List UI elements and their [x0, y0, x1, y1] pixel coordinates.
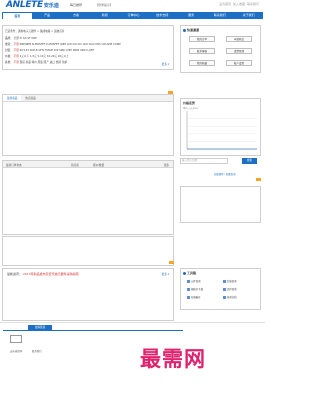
footer-caption[interactable]: 联系我们 — [32, 349, 42, 353]
column-quote: 报价/数量 — [93, 164, 105, 167]
footer-rule — [3, 330, 183, 331]
divider — [0, 322, 265, 323]
filter-key: 封装： — [5, 49, 13, 52]
top-links: 设为首页 加入收藏 联系我们 — [189, 2, 259, 6]
chart-title: 价格走势 — [183, 101, 196, 105]
filter-values[interactable]: 现货 新品 特价 原装 国产 进口 热销 包邮 — [20, 61, 67, 64]
filter-all[interactable]: 不限 — [14, 49, 19, 52]
orange-arrow-icon[interactable] — [256, 178, 261, 181]
filter-key: 类别： — [5, 43, 13, 46]
news-panel: 最新资讯： 2013年新品发布及安乐迪元器件采购指南 更多 ▾ — [2, 268, 174, 321]
brand-cn: 安乐迪 — [43, 2, 59, 9]
product-tabs-panel: 最新商品 热卖商品 — [2, 94, 174, 156]
tab-hot[interactable]: 热卖商品 — [21, 95, 39, 101]
top-link[interactable]: 联系我们 — [247, 2, 259, 6]
nav-tab-solutions[interactable]: 方案 — [62, 12, 91, 19]
daily-recommend-label: 每日推荐 — [70, 3, 83, 7]
top-link[interactable]: 设为首页 — [219, 2, 231, 6]
quick-button[interactable]: 发票管理 — [226, 48, 252, 54]
filter-panel: 已选条件：通用电子元器件 > 集成电路 > 运放芯片 品牌： 全部 TI AD … — [2, 25, 174, 70]
nav-tab-support[interactable]: 技术支持 — [148, 12, 177, 19]
quick-access-title: 快速通道 — [183, 28, 199, 32]
nav-tab-about[interactable]: 关于我们 — [234, 12, 263, 19]
blank-panel — [2, 236, 174, 266]
tool-icon — [187, 287, 190, 291]
tool-item[interactable]: 库存查询 — [223, 287, 237, 291]
filter-row-other: 其他： 不限 现货 新品 特价 原装 国产 进口 热销 包邮 — [5, 60, 67, 64]
search-bar: 输入型号/品牌 搜索 — [180, 158, 261, 166]
filter-key: 品牌： — [5, 37, 13, 40]
nav-tab-home[interactable]: 首页 — [2, 12, 33, 19]
nav-tab-news[interactable]: 新闻 — [90, 12, 119, 19]
login-hint[interactable]: 【登录提示】 — [95, 3, 113, 7]
tab-latest[interactable]: 最新商品 — [3, 95, 22, 101]
price-chart-panel: 价格走势 单价（元/pcs） — [180, 98, 261, 156]
toolbox-title: 工具箱 — [183, 271, 196, 275]
quick-button[interactable]: 我的收藏 — [189, 60, 215, 66]
logo[interactable]: ANLETE 安乐迪 — [6, 0, 59, 10]
search-button[interactable]: 搜索 — [242, 158, 257, 164]
filter-all[interactable]: 不限 — [14, 43, 19, 46]
advanced-search-link[interactable]: 高级搜索 / 批量查询 — [214, 172, 235, 176]
bullet-icon — [183, 28, 186, 32]
tool-item[interactable]: 封装查询 — [223, 279, 237, 283]
panel-more-link[interactable]: 更多 — [164, 163, 169, 167]
toolbox-panel: 工具箱 元件查询 封装查询 规格书下载 库存查询 在线报价 技术文档 — [180, 268, 261, 310]
right-blank-panel — [180, 186, 261, 223]
filter-row-type: 类别： 不限 PNP/NPN N-MOSFET P-MOSFET IGBT LD… — [5, 42, 121, 46]
tool-item[interactable]: 元件查询 — [187, 279, 201, 283]
nav-tab-orders[interactable]: 订单中心 — [119, 12, 148, 19]
top-link[interactable]: 加入收藏 — [233, 2, 245, 6]
order-status-panel: 最新订单状态 供应商 报价/数量 更多 — [2, 160, 174, 235]
filter-row-price: 价格： 不限 1元以下 1-5元 5-10元 10-20元 20元以上 — [5, 54, 69, 58]
nav-tab-service[interactable]: 服务 — [177, 12, 206, 19]
watermark: 最需网 — [140, 346, 206, 371]
tool-icon — [187, 279, 190, 283]
panel-tabs: 最新订单状态 供应商 报价/数量 更多 — [3, 161, 173, 168]
quick-button[interactable]: 账户设置 — [226, 60, 252, 66]
friend-link-thumbnail[interactable] — [10, 335, 22, 343]
filter-values[interactable]: 1元以下 1-5元 5-10元 10-20元 20元以上 — [20, 55, 69, 58]
panel-tabs: 最新商品 热卖商品 — [3, 95, 173, 102]
spacer-area — [2, 71, 174, 94]
filter-values[interactable]: PNP/NPN N-MOSFET P-MOSFET IGBT LDO DC-DC… — [20, 43, 121, 46]
main-nav: 首页 产品 方案 新闻 订单中心 技术支持 服务 联系我们 关于我们 — [2, 12, 263, 19]
footer-caption[interactable]: 安乐迪官网 — [10, 349, 22, 353]
tool-item[interactable]: 规格书下载 — [187, 287, 203, 291]
tool-icon — [187, 295, 190, 299]
filter-row-brand: 品牌： 全部 TI AD ST NXP — [5, 36, 37, 40]
filter-row-package: 封装： 不限 SOT-23 SOP-8 QFN TSSOP DIP SMD CH… — [5, 48, 94, 52]
news-label: 最新资讯： — [7, 272, 23, 276]
filter-more-link[interactable]: 更多 ▾ — [162, 62, 169, 66]
news-more-link[interactable]: 更多 ▾ — [162, 272, 169, 276]
tool-icon — [223, 287, 226, 291]
tool-item[interactable]: 在线报价 — [187, 295, 201, 299]
tool-icon — [223, 295, 226, 299]
quick-button[interactable]: 我的订单 — [189, 36, 215, 42]
filter-values[interactable]: SOT-23 SOP-8 QFN TSSOP DIP SMD CHIP 0805… — [20, 49, 94, 52]
filter-all[interactable]: 不限 — [14, 55, 19, 58]
search-input[interactable]: 输入型号/品牌 — [180, 158, 228, 164]
tool-icon — [223, 279, 226, 283]
news-title: 最新资讯： 2013年新品发布及安乐迪元器件采购指南 — [7, 272, 79, 276]
filter-key: 价格： — [5, 55, 13, 58]
nav-tab-contact[interactable]: 联系我们 — [205, 12, 234, 19]
quick-access-panel: 快速通道 我的订单 申请样品 联系客服 发票管理 我的收藏 账户设置 — [180, 25, 261, 73]
tab-order-status[interactable]: 最新订单状态 — [6, 163, 22, 167]
filter-key: 其他： — [5, 61, 13, 64]
quick-button[interactable]: 申请样品 — [226, 36, 252, 42]
orange-arrow-icon[interactable] — [169, 261, 174, 264]
nav-tab-products[interactable]: 产品 — [33, 12, 62, 19]
filter-values[interactable]: 全部 TI AD ST NXP — [14, 37, 37, 40]
filter-breadcrumb: 已选条件：通用电子元器件 > 集成电路 > 运放芯片 — [5, 30, 65, 33]
column-supplier: 供应商 — [71, 164, 79, 167]
quick-button[interactable]: 联系客服 — [189, 48, 215, 54]
filter-all[interactable]: 不限 — [14, 61, 19, 64]
chart-axis — [186, 111, 257, 150]
bullet-icon — [183, 271, 186, 275]
tool-item[interactable]: 技术文档 — [223, 295, 237, 299]
news-headline[interactable]: 2013年新品发布及安乐迪元器件采购指南 — [23, 272, 79, 276]
brand-en: ANLETE — [6, 0, 43, 10]
price-chart — [186, 111, 257, 150]
